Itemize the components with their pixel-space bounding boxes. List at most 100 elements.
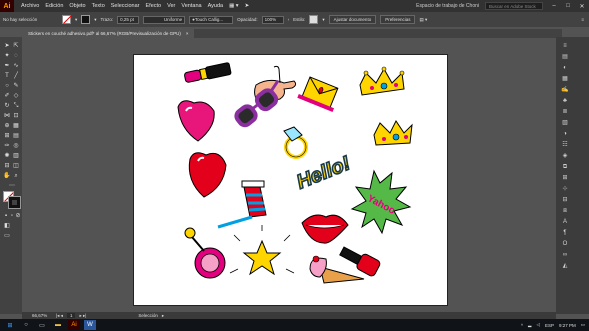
brush-select[interactable]: ● Touch Callig... [189,15,234,24]
transform-panel-icon[interactable]: ⊹ [561,186,569,193]
close-window-button[interactable]: ✕ [575,3,589,10]
transparency-panel-icon[interactable]: ◑ [561,131,569,138]
mesh-tool-icon[interactable]: ⊞ [3,132,11,140]
character-panel-icon[interactable]: A [561,219,569,226]
gradient-tool-icon[interactable]: ▤ [12,132,20,140]
curvature-tool-icon[interactable]: ∿ [12,62,20,70]
pathfinder-panel-icon[interactable]: ⧈ [561,208,569,215]
symbols-panel-icon[interactable]: ♣ [561,98,569,105]
pink-heart-sticker[interactable] [177,100,215,142]
align-panel-icon[interactable]: ⊟ [561,197,569,204]
appearance-panel-icon[interactable]: ☷ [561,142,569,149]
stroke-panel-icon[interactable]: ≣ [561,109,569,116]
crown-sticker-top[interactable] [359,66,405,96]
tray-chevron-icon[interactable]: ^ [521,323,523,328]
clock[interactable]: 9:27 PM [559,323,576,328]
windows-start-icon[interactable]: ⊞ [4,320,16,330]
illustrator-taskbar-icon[interactable]: Ai [68,320,80,330]
gradient-panel-icon[interactable]: ▧ [561,120,569,127]
stroke-swatch[interactable] [81,15,91,24]
lips-sticker[interactable] [301,214,349,244]
lasso-icon[interactable]: ◌ [12,52,20,60]
page-nav-next-icon[interactable]: ▸ ▸| [79,313,86,319]
status-menu-icon[interactable]: ▸ [162,313,164,319]
direct-selection-tool-icon[interactable]: ⇱ [12,42,20,50]
lipstick-sticker[interactable] [184,62,232,83]
zoom-level-field[interactable]: 66,67% [22,313,50,318]
blend-tool-icon[interactable]: ◎ [12,142,20,150]
none-mode-icon[interactable]: ⊘ [14,212,22,220]
eyedropper-icon[interactable]: ✑ [3,142,11,150]
menu-edicion[interactable]: Edición [42,3,66,9]
stroke-profile-select[interactable]: Uniforme [143,15,186,24]
draw-mode-icon[interactable]: ◧ [3,222,11,230]
selection-tool-icon[interactable]: ➤ [3,42,11,50]
help-search-input[interactable]: Buscar en Adobe Stock [485,2,543,10]
panel-menu-icon[interactable]: ≡ [581,17,584,22]
word-taskbar-icon[interactable]: W [84,320,96,330]
rotate-tool-icon[interactable]: ↻ [3,102,11,110]
style-dropdown-icon[interactable]: ▾ [322,17,324,23]
menu-ver[interactable]: Ver [164,3,178,9]
love-letter-sticker[interactable] [297,76,341,112]
symbol-sprayer-icon[interactable]: ✺ [3,152,11,160]
width-tool-icon[interactable]: ⋈ [3,112,11,120]
artboard[interactable]: Hello! Yahoo [133,54,448,306]
links-panel-icon[interactable]: ∞ [561,252,569,259]
close-tab-icon[interactable]: × [186,31,189,36]
menu-objeto[interactable]: Objeto [66,3,88,9]
menu-texto[interactable]: Texto [89,3,108,9]
opentype-panel-icon[interactable]: O [561,241,569,248]
volume-icon[interactable]: ◁ [536,322,539,328]
maximize-button[interactable]: □ [561,3,575,9]
page-number-field[interactable]: 1 [66,313,76,318]
paintbrush-icon[interactable]: ✎ [12,82,20,90]
graphic-styles-panel-icon[interactable]: ◈ [561,153,569,160]
more-tools-icon[interactable]: ⋯ [8,182,16,190]
drink-cup-sticker[interactable] [217,180,267,229]
shaper-tool-icon[interactable]: ✐ [3,92,11,100]
menu-ayuda[interactable]: Ayuda [205,3,227,9]
document-tab[interactable]: Stickers en couché adhesivo.pdf* al 66,6… [22,29,195,38]
slice-tool-icon[interactable]: ◫ [12,162,20,170]
opacity-field[interactable]: 100% [261,15,284,24]
hello-sticker[interactable]: Hello! [293,151,355,194]
stroke-dropdown-icon[interactable]: ▾ [94,17,96,23]
language-indicator[interactable]: ESP [545,323,554,328]
line-tool-icon[interactable]: ╱ [12,72,20,80]
compact-mirror-sticker[interactable] [184,227,226,279]
scale-tool-icon[interactable]: ⤡ [12,102,20,110]
fill-dropdown-icon[interactable]: ▾ [75,17,77,23]
style-swatch[interactable] [309,15,319,24]
perspective-grid-icon[interactable]: ▦ [12,122,20,130]
menu-efecto[interactable]: Efecto [143,3,165,9]
free-transform-icon[interactable]: ⊡ [12,112,20,120]
notifications-icon[interactable]: ▭ [581,322,585,328]
color-panel-icon[interactable]: ◐ [561,65,569,72]
page-nav-first-icon[interactable]: |◂ ◂ [56,313,63,319]
pen-tool-icon[interactable]: ✒ [3,62,11,70]
opacity-dropdown-icon[interactable]: › [288,17,290,22]
layers-panel-icon[interactable]: ⧉ [561,164,569,171]
diamond-ring-sticker[interactable] [283,126,308,159]
navigator-panel-icon[interactable]: ◭ [561,263,569,270]
hand-tool-icon[interactable]: ✋ [3,172,11,180]
red-heart-sticker[interactable] [188,152,227,198]
paragraph-panel-icon[interactable]: ¶ [561,230,569,237]
shape-builder-icon[interactable]: ⊕ [3,122,11,130]
screen-mode-icon[interactable]: ▭ [3,232,11,240]
menu-archivo[interactable]: Archivo [18,3,42,9]
type-tool-icon[interactable]: T [3,72,11,80]
swatches-panel-icon[interactable]: ▦ [561,76,569,83]
eraser-icon[interactable]: ◇ [12,92,20,100]
stroke-color-swatch[interactable] [8,196,21,209]
properties-panel-icon[interactable]: ≡ [561,43,569,50]
search-icon[interactable]: ○ [20,320,32,330]
column-graph-icon[interactable]: ▥ [12,152,20,160]
yahoo-burst-sticker[interactable]: Yahoo [350,169,412,235]
menu-seleccionar[interactable]: Seleccionar [108,3,143,9]
fill-swatch[interactable] [62,15,71,24]
nail-polish-sticker[interactable] [338,243,381,277]
artboards-panel-icon[interactable]: ⊞ [561,175,569,182]
stroke-weight-field[interactable]: 0,25 pt [117,15,140,24]
